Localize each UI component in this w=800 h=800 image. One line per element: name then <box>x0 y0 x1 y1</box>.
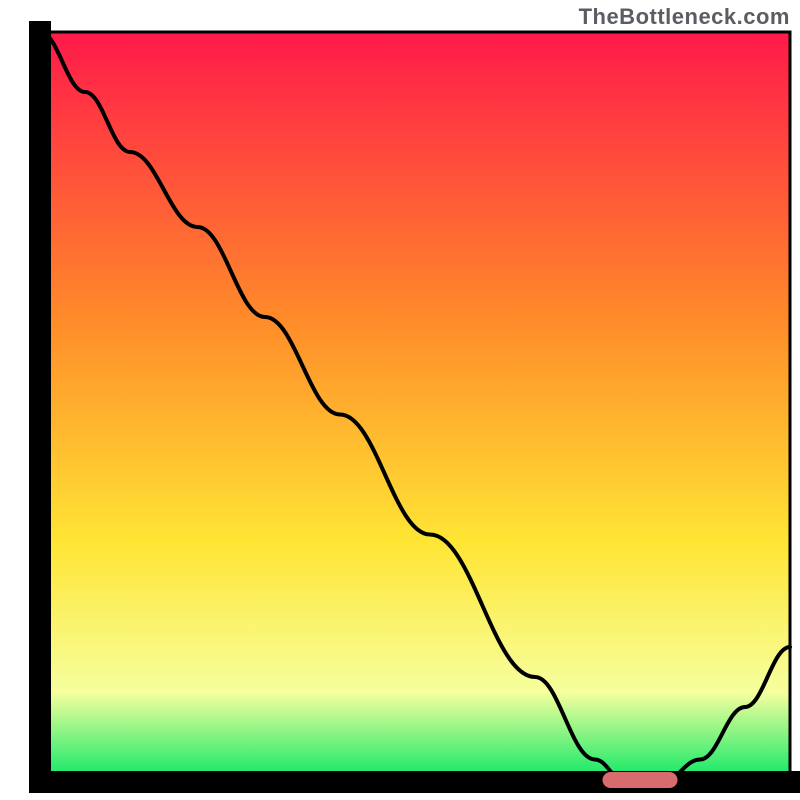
gradient-background <box>40 32 790 782</box>
chart-container: TheBottleneck.com <box>0 0 800 800</box>
optimal-zone-marker <box>603 772 678 788</box>
watermark-text: TheBottleneck.com <box>579 4 790 30</box>
bottleneck-chart <box>0 0 800 800</box>
